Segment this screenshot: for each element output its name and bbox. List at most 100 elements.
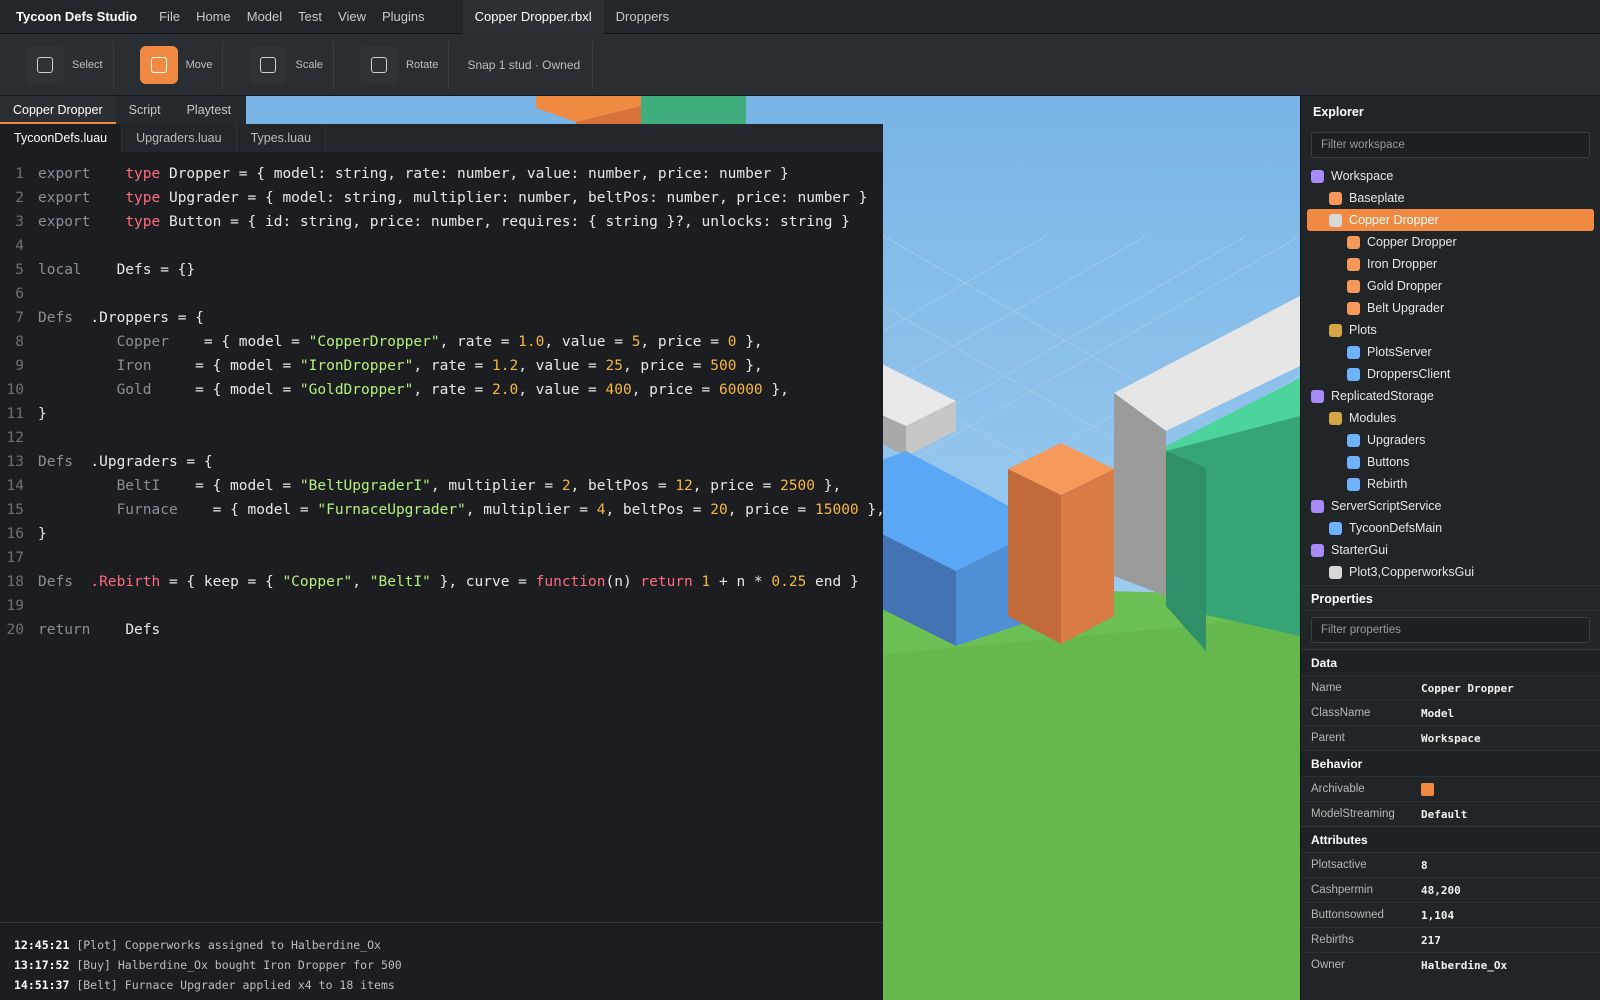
property-value[interactable]: Workspace: [1421, 726, 1481, 750]
code-token: "IronDropper": [299, 358, 414, 374]
explorer-item[interactable]: Belt Upgrader: [1301, 297, 1600, 319]
menu-plugins[interactable]: Plugins: [374, 0, 433, 34]
code-line[interactable]: 9 Iron = { model = "IronDropper", rate =…: [0, 354, 883, 378]
line-number: 8: [15, 334, 24, 350]
menu-home[interactable]: Home: [188, 0, 239, 34]
code-line[interactable]: 17: [0, 546, 883, 570]
explorer-item[interactable]: Rebirth: [1301, 473, 1600, 495]
properties-filter-input[interactable]: Filter properties: [1311, 617, 1590, 643]
code-line[interactable]: 14 BeltI = { model = "BeltUpgraderI", mu…: [0, 474, 883, 498]
property-row[interactable]: Rebirths 217: [1301, 927, 1600, 952]
explorer-filter-input[interactable]: Filter workspace: [1311, 132, 1590, 158]
code-line[interactable]: 13 Defs .Upgraders = {: [0, 450, 883, 474]
tab-script[interactable]: Script: [116, 96, 174, 124]
property-row[interactable]: Archivable: [1301, 776, 1600, 801]
file-tab-types[interactable]: Types.luau: [237, 124, 327, 152]
code-line[interactable]: 3 export type Button = { id: string, pric…: [0, 210, 883, 234]
property-value[interactable]: Default: [1421, 802, 1467, 826]
code-line[interactable]: 2 export type Upgrader = { model: string,…: [0, 186, 883, 210]
explorer-item[interactable]: Iron Dropper: [1301, 253, 1600, 275]
select-tool[interactable]: Select: [0, 40, 114, 89]
code-token: },: [858, 502, 885, 518]
doc-tab-droppers[interactable]: Droppers: [604, 0, 681, 34]
code-line[interactable]: 20 return Defs: [0, 618, 883, 642]
explorer-item[interactable]: StarterGui: [1301, 539, 1600, 561]
code-line[interactable]: 8 Copper = { model = "CopperDropper", ra…: [0, 330, 883, 354]
rotate-tool[interactable]: Rotate: [334, 40, 450, 89]
property-value[interactable]: Copper Dropper: [1421, 676, 1514, 700]
code-line[interactable]: 6: [0, 282, 883, 306]
explorer-item[interactable]: Copper Dropper: [1307, 209, 1594, 231]
code-line[interactable]: 18 Defs .Rebirth = { keep = { "Copper", "…: [0, 570, 883, 594]
explorer-item[interactable]: Gold Dropper: [1301, 275, 1600, 297]
scale-tool[interactable]: Scale: [223, 40, 335, 89]
property-value[interactable]: 48,200: [1421, 878, 1461, 902]
explorer-item[interactable]: PlotsServer: [1301, 341, 1600, 363]
archivable-checkbox[interactable]: [1421, 783, 1434, 796]
explorer-item[interactable]: Modules: [1301, 407, 1600, 429]
code-token: export: [38, 214, 126, 230]
menu-model[interactable]: Model: [239, 0, 290, 34]
explorer-item[interactable]: Buttons: [1301, 451, 1600, 473]
property-value[interactable]: Model: [1421, 701, 1454, 725]
explorer-item[interactable]: Workspace: [1301, 165, 1600, 187]
explorer-title: Explorer: [1313, 105, 1364, 119]
explorer-item[interactable]: TycoonDefsMain: [1301, 517, 1600, 539]
doc-tab-place[interactable]: Copper Dropper.rbxl: [462, 0, 604, 34]
code-line[interactable]: 15 Furnace = { model = "FurnaceUpgrader"…: [0, 498, 885, 522]
property-row[interactable]: Name Copper Dropper: [1301, 675, 1600, 700]
object-class-icon: [1347, 455, 1360, 469]
explorer-item[interactable]: Plot3,CopperworksGui: [1301, 561, 1600, 583]
property-row[interactable]: Parent Workspace: [1301, 725, 1600, 750]
tab-copper-dropper[interactable]: Copper Dropper: [0, 96, 116, 124]
code-line[interactable]: 11}: [0, 402, 883, 426]
properties-section-header[interactable]: Attributes: [1301, 826, 1600, 852]
properties-section-header[interactable]: Data: [1301, 649, 1600, 675]
explorer-item-label: Copper Dropper: [1349, 213, 1439, 227]
explorer-item[interactable]: ReplicatedStorage: [1301, 385, 1600, 407]
code-line[interactable]: 4: [0, 234, 883, 258]
line-number: 5: [15, 262, 24, 278]
property-value[interactable]: Halberdine_Ox: [1421, 953, 1507, 977]
code-line[interactable]: 12: [0, 426, 883, 450]
property-row[interactable]: Buttonsowned 1,104: [1301, 902, 1600, 927]
explorer-item[interactable]: Upgraders: [1301, 429, 1600, 451]
code-line[interactable]: 19: [0, 594, 883, 618]
code-area[interactable]: 1 export type Dropper = { model: string, …: [0, 152, 885, 922]
code-token: },: [762, 382, 789, 398]
menu-test[interactable]: Test: [290, 0, 330, 34]
code-line[interactable]: 16}: [0, 522, 883, 546]
property-row[interactable]: Plotsactive 8: [1301, 852, 1600, 877]
properties-section-header[interactable]: Behavior: [1301, 750, 1600, 776]
menu-view[interactable]: View: [330, 0, 374, 34]
explorer-item[interactable]: Baseplate: [1301, 187, 1600, 209]
property-row[interactable]: ClassName Model: [1301, 700, 1600, 725]
snap-status[interactable]: Snap 1 stud · Owned: [449, 40, 594, 89]
move-tool[interactable]: Move: [114, 40, 224, 89]
console-line: 12:45:21 [Plot] Copperworks assigned to …: [14, 935, 883, 955]
code-line[interactable]: 5 local Defs = {}: [0, 258, 883, 282]
menu-file[interactable]: File: [151, 0, 188, 34]
line-number: 9: [15, 358, 24, 374]
tab-playtest[interactable]: Playtest: [174, 96, 244, 124]
code-line[interactable]: 10 Gold = { model = "GoldDropper", rate …: [0, 378, 883, 402]
explorer-item[interactable]: Plots: [1301, 319, 1600, 341]
code-token: "FurnaceUpgrader": [317, 502, 466, 518]
property-row[interactable]: Owner Halberdine_Ox: [1301, 952, 1600, 977]
property-value[interactable]: 217: [1421, 928, 1441, 952]
explorer-item[interactable]: Copper Dropper: [1301, 231, 1600, 253]
code-text: Defs .Upgraders = {: [38, 450, 213, 474]
code-line[interactable]: 1 export type Dropper = { model: string, …: [0, 162, 883, 186]
property-row[interactable]: ModelStreaming Default: [1301, 801, 1600, 826]
code-token: 1: [701, 574, 711, 590]
explorer-item[interactable]: DroppersClient: [1301, 363, 1600, 385]
code-line[interactable]: 7 Defs .Droppers = {: [0, 306, 883, 330]
file-tab-tycoondefs[interactable]: TycoonDefs.luau: [0, 124, 123, 152]
property-value[interactable]: 8: [1421, 853, 1428, 877]
console-timestamp: 14:51:37: [14, 978, 70, 992]
property-row[interactable]: Cashpermin 48,200: [1301, 877, 1600, 902]
file-tab-upgraders[interactable]: Upgraders.luau: [122, 124, 237, 152]
property-value[interactable]: 1,104: [1421, 903, 1454, 927]
explorer-item[interactable]: ServerScriptService: [1301, 495, 1600, 517]
code-text: export type Upgrader = { model: string, …: [38, 186, 867, 210]
